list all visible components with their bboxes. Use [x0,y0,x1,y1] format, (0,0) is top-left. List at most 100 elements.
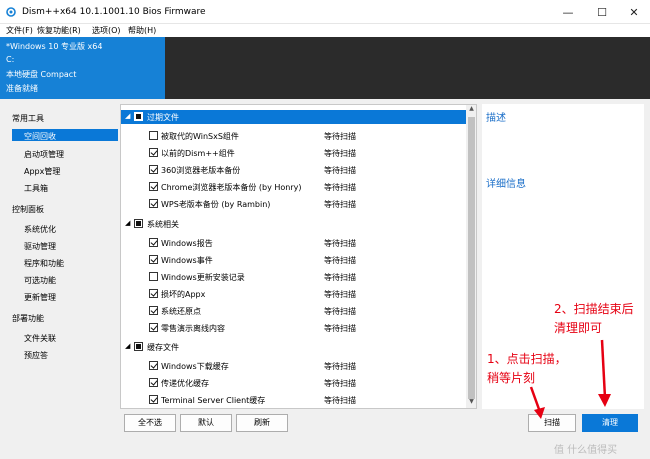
nav-item-toolbox[interactable]: 工具箱 [24,183,48,194]
nav-item-file-assoc[interactable]: 文件关联 [24,333,56,344]
group-checkbox[interactable] [134,342,143,351]
group-label: 缓存文件 [147,343,179,352]
item-status: 等待扫描 [324,324,356,333]
item-label: 被取代的WinSxS组件 [161,132,239,141]
clean-button[interactable]: 清理 [582,414,638,432]
group-system[interactable]: ◢ 系统相关 [121,217,466,231]
list-item[interactable]: 被取代的WinSxS组件 等待扫描 [121,129,466,143]
item-checkbox[interactable] [149,378,158,387]
vertical-scrollbar[interactable]: ▲ ▼ [466,105,476,408]
item-label: 损坏的Appx [161,290,206,299]
cleanup-list[interactable]: ◢ 过期文件 被取代的WinSxS组件 等待扫描 以前的Dism++组件 等待扫… [120,104,477,409]
item-label: Chrome浏览器老版本备份 (by Honry) [161,183,302,192]
item-label: 360浏览器老版本备份 [161,166,241,175]
nav-item-space-recovery[interactable]: 空间回收 [24,131,56,142]
item-status: 等待扫描 [324,256,356,265]
nav-item-drivers[interactable]: 驱动管理 [24,241,56,252]
group-cache[interactable]: ◢ 缓存文件 [121,340,466,354]
arrow-to-scan-icon [529,386,545,419]
group-label: 系统相关 [147,220,179,229]
item-checkbox[interactable] [149,289,158,298]
nav-header-control-panel: 控制面板 [12,205,44,214]
list-item[interactable]: Terminal Server Client缓存 等待扫描 [121,393,466,407]
arrow-to-clean-icon [598,339,611,407]
item-checkbox[interactable] [149,182,158,191]
nav-item-optimize[interactable]: 系统优化 [24,224,56,235]
menu-restore[interactable]: 恢复功能(R) [37,25,81,36]
list-item[interactable]: Windows报告 等待扫描 [121,236,466,250]
item-checkbox[interactable] [149,148,158,157]
session-info-panel[interactable]: *Windows 10 专业版 x64 C: 本地硬盘 Compact 准备就绪 [0,37,165,99]
refresh-button[interactable]: 刷新 [236,414,288,432]
item-label: Windows下载缓存 [161,362,229,371]
item-label: Windows事件 [161,256,213,265]
item-checkbox[interactable] [149,255,158,264]
scrollbar-thumb[interactable] [468,117,475,399]
menu-help[interactable]: 帮助(H) [128,25,156,36]
item-status: 等待扫描 [324,362,356,371]
item-label: 传递优化缓存 [161,379,209,388]
select-none-button[interactable]: 全不选 [124,414,176,432]
item-checkbox[interactable] [149,361,158,370]
list-item[interactable]: WPS老版本备份 (by Rambin) 等待扫描 [121,197,466,211]
item-status: 等待扫描 [324,307,356,316]
item-checkbox[interactable] [149,306,158,315]
app-icon [6,7,16,17]
item-checkbox[interactable] [149,323,158,332]
item-status: 等待扫描 [324,396,356,405]
list-item[interactable]: 360浏览器老版本备份 等待扫描 [121,163,466,177]
item-status: 等待扫描 [324,132,356,141]
item-label: WPS老版本备份 (by Rambin) [161,200,271,209]
close-button[interactable]: ✕ [614,0,650,24]
menu-options[interactable]: 选项(O) [92,25,121,36]
list-item[interactable]: Windows下载缓存 等待扫描 [121,359,466,373]
item-checkbox[interactable] [149,131,158,140]
item-status: 等待扫描 [324,239,356,248]
list-item[interactable]: 损坏的Appx 等待扫描 [121,287,466,301]
description-heading: 描述 [486,113,506,124]
annotation-step2-line2: 清理即可 [554,321,603,335]
nav-item-startup[interactable]: 启动项管理 [24,149,64,160]
status-bar [0,439,650,459]
item-label: Windows更新安装记录 [161,273,245,282]
list-item[interactable]: 传递优化缓存 等待扫描 [121,376,466,390]
item-label: Windows报告 [161,239,213,248]
status-text: 准备就绪 [6,84,38,93]
group-label: 过期文件 [147,113,179,122]
item-label: 系统还原点 [161,307,201,316]
list-item[interactable]: 零售演示离线内容 等待扫描 [121,321,466,335]
item-checkbox[interactable] [149,395,158,404]
nav-header-common-tools: 常用工具 [12,114,44,123]
item-checkbox[interactable] [149,199,158,208]
collapse-arrow-icon[interactable]: ◢ [125,219,130,227]
scroll-down-icon[interactable]: ▼ [466,398,476,408]
item-checkbox[interactable] [149,238,158,247]
nav-item-appx[interactable]: Appx管理 [24,166,60,177]
item-checkbox[interactable] [149,272,158,281]
list-item[interactable]: Chrome浏览器老版本备份 (by Honry) 等待扫描 [121,180,466,194]
details-heading: 详细信息 [486,179,526,190]
list-item[interactable]: 系统还原点 等待扫描 [121,304,466,318]
drive-type: 本地硬盘 Compact [6,70,77,79]
item-status: 等待扫描 [324,379,356,388]
nav-item-answer-file[interactable]: 预应答 [24,350,48,361]
nav-item-optional-features[interactable]: 可选功能 [24,275,56,286]
collapse-arrow-icon[interactable]: ◢ [125,112,130,120]
scroll-up-icon[interactable]: ▲ [466,105,476,115]
nav-header-deploy: 部署功能 [12,314,44,323]
list-item[interactable]: Windows更新安装记录 等待扫描 [121,270,466,284]
group-expired-files[interactable]: ◢ 过期文件 [121,110,466,124]
item-label: Terminal Server Client缓存 [161,396,266,405]
title-bar: Dism++x64 10.1.1001.10 Bios Firmware — ☐… [0,0,650,24]
list-item[interactable]: 以前的Dism++组件 等待扫描 [121,146,466,160]
item-label: 以前的Dism++组件 [161,149,235,158]
default-button[interactable]: 默认 [180,414,232,432]
group-checkbox[interactable] [134,112,143,121]
nav-item-updates[interactable]: 更新管理 [24,292,56,303]
nav-item-programs[interactable]: 程序和功能 [24,258,64,269]
item-checkbox[interactable] [149,165,158,174]
list-item[interactable]: Windows事件 等待扫描 [121,253,466,267]
menu-file[interactable]: 文件(F) [6,25,33,36]
collapse-arrow-icon[interactable]: ◢ [125,342,130,350]
group-checkbox[interactable] [134,219,143,228]
